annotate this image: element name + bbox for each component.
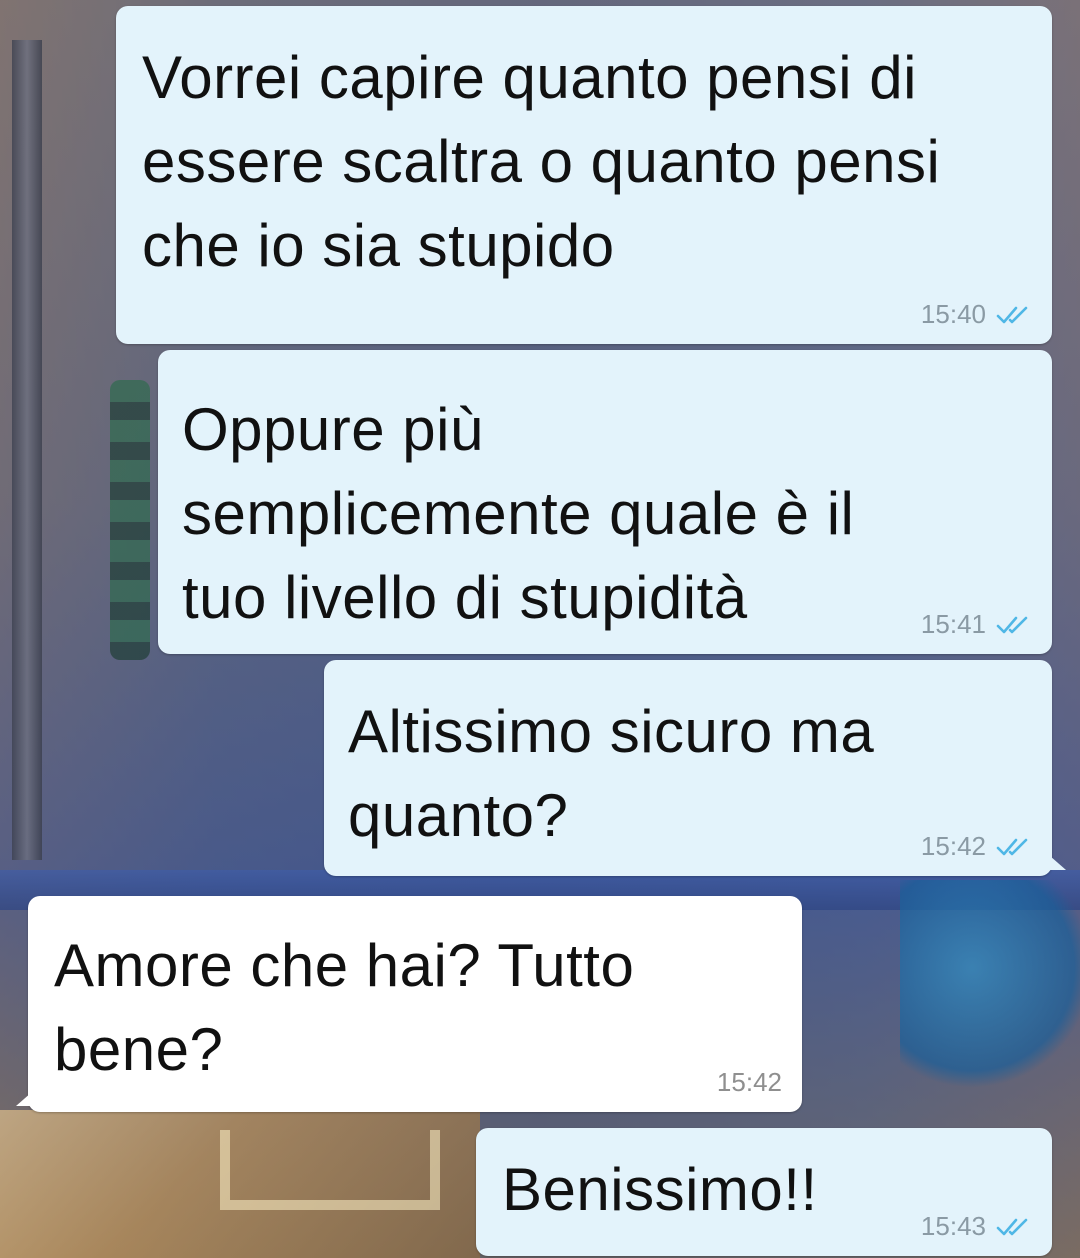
double-check-read-icon (996, 616, 1028, 633)
double-check-read-icon (996, 1218, 1028, 1235)
message-bubble-outgoing[interactable]: Vorrei capire quanto pensi di essere sca… (116, 6, 1052, 344)
bubble-tail (1050, 856, 1066, 870)
message-meta: 15:42 (921, 831, 1032, 862)
double-check-read-icon (996, 838, 1028, 855)
message-text: Oppure più semplicemente quale è il tuo … (182, 396, 855, 631)
message-bubble-outgoing[interactable]: Benissimo!! 15:43 (476, 1128, 1052, 1256)
bubble-tail (16, 1092, 32, 1106)
message-text: Amore che hai? Tutto bene? (54, 932, 635, 1083)
message-time: 15:42 (716, 1067, 782, 1097)
message-time: 15:42 (920, 831, 986, 861)
message-time: 15:43 (920, 1211, 986, 1241)
message-bubble-outgoing[interactable]: Altissimo sicuro ma quanto? 15:42 (324, 660, 1066, 876)
message-meta: 15:41 (921, 609, 1032, 640)
message-meta: 15:40 (921, 299, 1032, 330)
double-check-read-icon (996, 306, 1028, 323)
message-meta: 15:43 (921, 1211, 1032, 1242)
message-bubble-incoming[interactable]: Amore che hai? Tutto bene? 15:42 (16, 896, 802, 1112)
message-bubble-outgoing[interactable]: Oppure più semplicemente quale è il tuo … (158, 350, 1052, 654)
message-time: 15:40 (920, 299, 986, 329)
message-time: 15:41 (920, 609, 986, 639)
message-text: Vorrei capire quanto pensi di essere sca… (142, 44, 941, 279)
message-meta: 15:42 (717, 1067, 782, 1098)
